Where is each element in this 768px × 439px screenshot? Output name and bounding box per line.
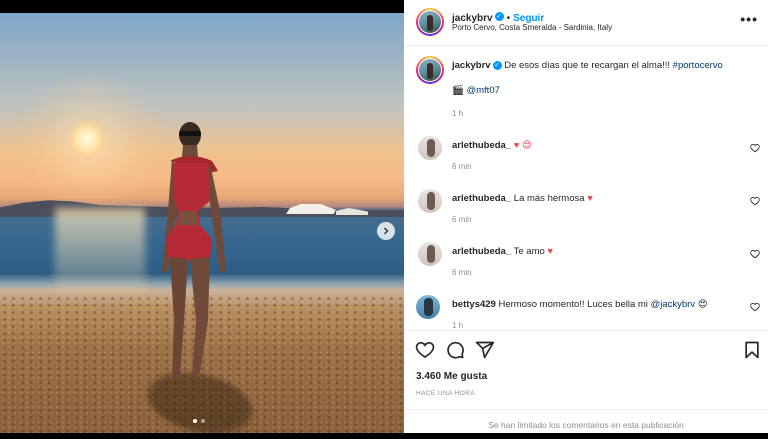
post-location[interactable]: Porto Cervo, Costa Smeralda - Sardinia, … [452,23,612,32]
comment-username[interactable]: bettys429 [452,299,496,310]
post-header: jackybrv ✓ • Seguir Porto Cervo, Costa Smer… [404,0,768,46]
caption: jackybrv ✓ De esos días que te recargan e… [452,59,752,118]
post-actions: 3.460 Me gusta HACE UNA HORA Se han limi… [404,330,768,438]
comment-time[interactable]: 6 min [452,215,593,224]
comments-list[interactable]: jackybrv ✓ De esos días que te recargan e… [404,46,768,329]
comment-avatar[interactable] [418,189,442,213]
post-photo[interactable] [0,13,404,433]
comment-item: arlethubeda_ La más hermosa ♥ 6 min [452,192,593,224]
comment-avatar[interactable] [418,242,442,266]
yacht [286,204,336,214]
comment-text: Te amo [513,246,548,257]
caption-hashtag[interactable]: #portocervo [673,60,723,71]
comment-emoji: ♥ 😍 [513,140,532,151]
post-time[interactable]: HACE UNA HORA [416,390,475,397]
caption-text: De esos días que te recargan el alma!!! [504,60,673,71]
boat [336,208,368,215]
comment-text: La más hermosa [513,193,588,204]
verified-badge-icon: ✓ [494,12,504,22]
comment-emoji: ♥ [547,246,554,257]
carousel-dot [201,419,205,423]
comment-mention[interactable]: @jackybrv [651,299,696,310]
comment-time[interactable]: 1 h [452,321,742,329]
overlay-bottom [0,433,768,437]
like-comment-heart-icon[interactable] [750,302,760,312]
comment-emoji: ♥ [587,193,593,204]
comment-time[interactable]: 6 min [452,268,553,277]
clapper-emoji-icon: 🎬 [452,85,464,96]
share-paper-plane-icon[interactable] [475,340,495,360]
post-side-panel: jackybrv ✓ • Seguir Porto Cervo, Costa Smer… [404,0,768,437]
comment-username[interactable]: arlethubeda_ [452,193,511,204]
comment-item: arlethubeda_ ♥ 😍 6 min [452,139,532,171]
caption-time: 1 h [452,109,464,118]
comment-item: arlethubeda_ Te amo ♥ 6 min [452,245,553,277]
sun [68,120,106,158]
likes-count[interactable]: 3.460 Me gusta [416,371,487,382]
carousel-indicator [193,419,205,423]
comment-text: Hermoso momento!! Luces bella mi [498,299,651,310]
carousel-dot-active [193,419,197,423]
verified-badge-icon: ✓ [492,60,502,70]
comment-avatar[interactable] [416,295,440,319]
woman-figure [162,122,226,379]
sun-reflection [55,208,145,293]
instagram-post-modal: jackybrv ✓ • Seguir Porto Cervo, Costa Smer… [0,0,768,437]
comment-item: bettys429 Hermoso momento!! Luces bella … [452,298,742,329]
chevron-right-icon [384,227,389,235]
comment-username[interactable]: arlethubeda_ [452,140,511,151]
more-options-icon[interactable]: ••• [740,11,758,27]
carousel-next-button[interactable] [377,222,395,240]
caption-username[interactable]: jackybrv [452,60,491,71]
comment-bubble-icon[interactable] [445,340,465,360]
comment-avatar[interactable] [418,136,442,160]
like-comment-heart-icon[interactable] [750,196,760,206]
author-avatar[interactable] [416,8,444,36]
like-comment-heart-icon[interactable] [750,249,760,259]
comment-username[interactable]: arlethubeda_ [452,246,511,257]
caption-author-avatar[interactable] [416,56,444,84]
comment-time[interactable]: 6 min [452,162,532,171]
save-bookmark-icon[interactable] [742,340,762,360]
caption-mention[interactable]: @mft07 [466,85,499,96]
like-heart-icon[interactable] [415,340,435,360]
like-comment-heart-icon[interactable] [750,143,760,153]
comment-emoji: 😍 [697,299,708,310]
